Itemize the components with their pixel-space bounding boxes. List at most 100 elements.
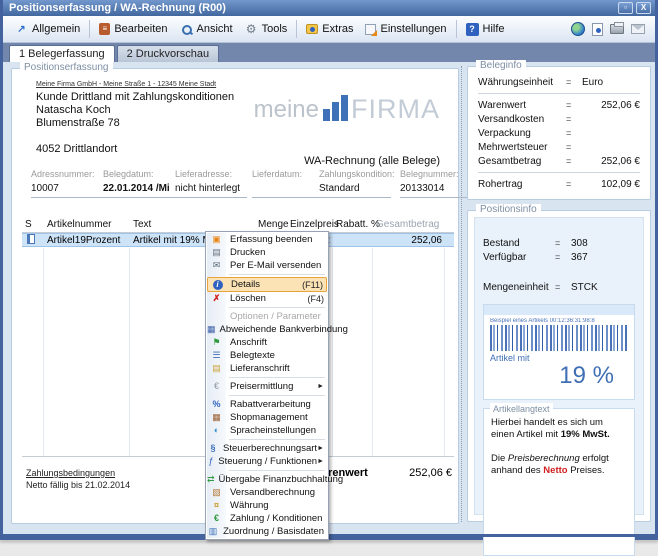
logo-bars-icon [323, 95, 348, 121]
menu-item-rabattverarbeitung[interactable]: %Rabattverarbeitung [207, 398, 327, 411]
recipient-contact: Natascha Koch [36, 104, 234, 117]
close-window-button[interactable]: X [636, 2, 651, 14]
menu-bearbeiten[interactable]: ≡Bearbeiten [93, 20, 173, 38]
menu-item-waehrung[interactable]: ¤Währung [207, 499, 327, 512]
info-row-bestand: Bestand=308 [483, 236, 635, 250]
tab-belegerfassung[interactable]: 1 Belegerfassung [9, 45, 115, 62]
menu-item-drucken[interactable]: ▤Drucken [207, 246, 327, 259]
zahlungskondition-value[interactable]: Standard [319, 183, 403, 195]
discount-icon: % [207, 398, 226, 411]
menu-item-steuerberechnungsart[interactable]: §Steuerberechnungsart► [207, 442, 327, 455]
base-data-icon: ▥ [207, 525, 219, 538]
menu-tools[interactable]: ⚙Tools [239, 20, 294, 39]
menu-allgemein[interactable]: ↗Allgemein [9, 20, 86, 39]
transfer-icon: ⇄ [207, 473, 215, 486]
payment-terms-link[interactable]: Zahlungsbedingungen [26, 467, 130, 479]
toolbar-separator [296, 20, 297, 38]
info-row-waehrungseinheit: Währungseinheit=Euro [478, 75, 640, 89]
equals-icon: = [566, 128, 582, 138]
payment-terms-text: Netto fällig bis 21.02.2014 [26, 479, 130, 491]
menu-ansicht[interactable]: Ansicht [174, 20, 239, 39]
panel-splitter[interactable] [461, 66, 462, 522]
mail-icon[interactable] [631, 24, 645, 34]
menu-extras[interactable]: Extras [300, 20, 359, 38]
menu-item-versandberechnung[interactable]: ▧Versandberechnung [207, 486, 327, 499]
menu-item-abweichende-bankverbindung[interactable]: ▦Abweichende Bankverbindung [207, 323, 327, 336]
logo-text-left: meine [254, 98, 319, 122]
recipient-street: Blumenstraße 78 [36, 117, 234, 130]
arrow-icon: ↗ [15, 23, 28, 36]
menu-item-email-versenden[interactable]: ✉Per E-Mail versenden [207, 259, 327, 272]
row-status-icon [22, 234, 44, 247]
info-row-mengeneinheit: Mengeneinheit=STCK [483, 280, 635, 294]
equals-icon: = [566, 179, 582, 189]
lieferadresse-value[interactable]: nicht hinterlegt [175, 183, 259, 195]
groupbox-label: Positionserfassung [20, 62, 113, 73]
payment-icon: € [207, 512, 226, 525]
field-lieferadresse: Lieferadresse: nicht hinterlegt [175, 169, 259, 198]
logo-text-right: FIRMA [351, 97, 440, 122]
menu-item-details[interactable]: iDetails(F11) [207, 277, 327, 292]
printer-icon: ▤ [207, 246, 226, 259]
tab-druckvorschau[interactable]: 2 Druckvorschau [117, 45, 220, 62]
menu-separator [229, 307, 325, 308]
recipient-address: Kunde Drittland mit Zahlungskonditionen … [36, 91, 234, 156]
menu-hilfe[interactable]: ?Hilfe [460, 20, 511, 39]
equals-icon: = [566, 156, 582, 166]
menu-separator [229, 377, 325, 378]
sender-line[interactable]: Meine Firma GmbH - Meine Straße 1 - 1234… [36, 81, 216, 88]
info-row-rohertrag: Rohertrag=102,09 € [478, 177, 640, 191]
menu-separator [229, 439, 325, 440]
toolbar-right-icons [571, 22, 649, 36]
delete-icon: ✗ [207, 292, 226, 305]
restore-window-button[interactable]: ▫ [618, 2, 633, 14]
submenu-arrow-icon: ► [317, 383, 324, 390]
menu-item-preisermittlung[interactable]: €Preisermittlung► [207, 380, 327, 393]
menu-item-zuordnung-basisdaten[interactable]: ▥Zuordnung / Basisdaten [207, 525, 327, 538]
divider [478, 93, 640, 94]
groupbox-label: Artikellangtext [490, 403, 553, 415]
toolbar-separator [89, 20, 90, 38]
menu-item-loeschen[interactable]: ✗Löschen(F4) [207, 292, 327, 305]
totals-value: 252,06 € [409, 467, 452, 479]
langtext-paragraph-2: Die Preisberechnung erfolgt anhand des N… [491, 453, 627, 477]
barcode-icon [490, 325, 628, 351]
globe-icon[interactable] [571, 22, 585, 36]
context-menu: ▣Erfassung beenden ▤Drucken ✉Per E-Mail … [205, 231, 329, 540]
groupbox-label: Beleginfo [476, 60, 526, 71]
equals-icon: = [555, 282, 571, 292]
info-row-versandkosten: Versandkosten= [478, 112, 640, 126]
menu-item-uebergabe-finanzbuchhaltung[interactable]: ⇄Übergabe Finanzbuchhaltung [207, 473, 327, 486]
bank-icon: ▦ [207, 323, 216, 336]
equals-icon: = [566, 100, 582, 110]
menu-item-spracheinstellungen[interactable]: ◐Spracheinstellungen [207, 424, 327, 437]
menu-item-steuerung-funktionen[interactable]: ƒSteuerung / Funktionen► [207, 455, 327, 468]
document-info-icon[interactable] [592, 23, 603, 36]
edit-icon: ≡ [99, 23, 110, 35]
positionsinfo-panel: Positionsinfo Bestand=308 Verfügbar=367 … [467, 210, 651, 522]
menu-item-zahlung-konditionen[interactable]: €Zahlung / Konditionen [207, 512, 327, 525]
submenu-arrow-icon: ► [317, 458, 324, 465]
menu-item-anschrift[interactable]: ⚑Anschrift [207, 336, 327, 349]
recipient-name: Kunde Drittland mit Zahlungskonditionen [36, 91, 234, 104]
info-row-verfuegbar: Verfügbar=367 [483, 250, 635, 264]
flag-icon: ⚑ [207, 336, 226, 349]
menu-item-lieferanschrift[interactable]: ▤Lieferanschrift [207, 362, 327, 375]
gear-icon: ⚙ [245, 23, 258, 36]
menu-item-belegtexte[interactable]: ☰Belegtexte [207, 349, 327, 362]
equals-icon: = [566, 114, 582, 124]
delivery-address-icon: ▤ [207, 362, 226, 375]
printer-icon[interactable] [610, 24, 624, 34]
menu-item-shopmanagement[interactable]: ▦Shopmanagement [207, 411, 327, 424]
menu-item-erfassung-beenden[interactable]: ▣Erfassung beenden [207, 233, 327, 246]
menu-einstellungen[interactable]: Einstellungen [359, 20, 452, 38]
equals-icon: = [555, 238, 571, 248]
price-icon: € [207, 380, 226, 393]
language-icon: ◐ [207, 424, 226, 437]
field-zahlungskondition: Zahlungskondition: Standard [319, 169, 403, 198]
langtext-paragraph-1: Hierbei handelt es sich um einen Artikel… [491, 417, 627, 441]
submenu-arrow-icon: ► [317, 445, 324, 452]
title-bar: Positionserfassung / WA-Rechnung (R00) ▫… [3, 0, 655, 16]
menu-separator [229, 470, 325, 471]
tab-strip: 1 Belegerfassung 2 Druckvorschau [3, 43, 655, 62]
